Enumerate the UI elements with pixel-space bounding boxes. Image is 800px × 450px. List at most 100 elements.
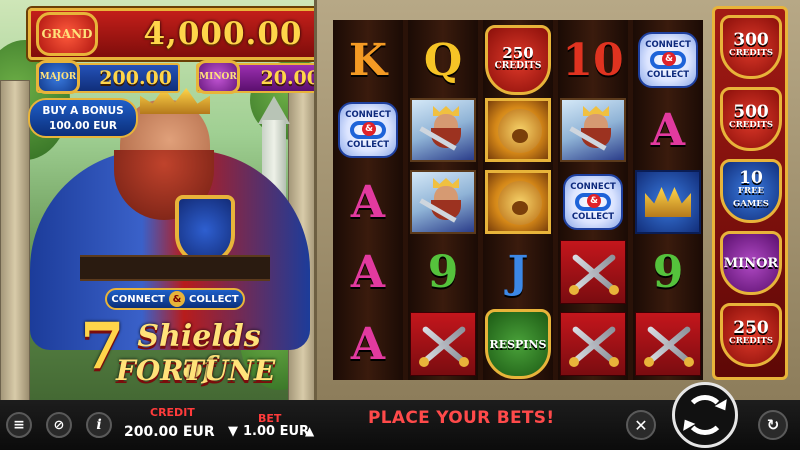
symbol-crossed-swords-icon — [560, 312, 626, 376]
side-shield-line1: 250 — [733, 318, 769, 338]
side-shield-line2: FREE GAMES — [733, 185, 769, 209]
buy-bonus-label: BUY A BONUS — [42, 105, 124, 117]
cc-ring-icon — [575, 193, 611, 211]
reel-cell — [408, 96, 478, 164]
symbol-a: A — [350, 246, 386, 298]
jackpot-minor-value: 20.00 — [260, 67, 321, 89]
buy-bonus-button[interactable]: BUY A BONUS 100.00 EUR — [28, 98, 138, 138]
spin-button[interactable] — [672, 382, 738, 448]
symbol-connect-collect: CONNECT COLLECT — [338, 102, 398, 158]
reel-cell: A — [333, 168, 403, 236]
symbol-lion-icon — [485, 98, 551, 162]
stone-pillar-left — [0, 80, 30, 410]
logo-amp-icon: & — [169, 291, 185, 307]
symbol-j: J — [507, 246, 529, 298]
reel-cell: 10 — [558, 26, 628, 94]
side-reel-shield: 250 CREDITS — [720, 303, 782, 367]
reel-cell: 9 — [633, 238, 703, 306]
credit-value: 200.00 EUR — [124, 424, 215, 440]
cc-line1: CONNECT — [570, 182, 616, 192]
jackpot-major-badge: MAJOR — [36, 60, 80, 94]
symbol-k: K — [348, 34, 388, 86]
status-message: PLACE YOUR BETS! — [368, 408, 555, 428]
symbol-a: A — [350, 176, 386, 228]
shield-line1: 250 — [502, 44, 534, 62]
quick-spin-icon[interactable]: ✕ — [626, 410, 656, 440]
jackpot-major-value: 200.00 — [99, 67, 172, 89]
logo-collect-text: COLLECT — [189, 293, 239, 305]
reel-cell — [558, 310, 628, 378]
autoplay-icon[interactable]: ↻ — [758, 410, 788, 440]
cc-line2: COLLECT — [346, 140, 390, 150]
reel-cell: CONNECT COLLECT — [333, 96, 403, 164]
game-title-logo: 7 Shields of FORTUNE — [80, 315, 280, 395]
credit-label: CREDIT — [150, 406, 195, 419]
jackpot-minor-badge: MINOR — [196, 60, 240, 94]
side-reel-shield: 300 CREDITS — [720, 15, 782, 79]
reel-cell: Q — [408, 26, 478, 94]
side-shield-line1: 10 — [739, 167, 763, 188]
reel-cell: 9 — [408, 238, 478, 306]
bet-increase-button[interactable]: ▲ — [305, 424, 314, 438]
reel-cell — [483, 96, 553, 164]
side-shield-line1: MINOR — [723, 255, 779, 271]
side-shield-line2: CREDITS — [728, 120, 774, 130]
connect-collect-logo: CONNECT & COLLECT — [105, 288, 245, 310]
reel-cell: RESPINS — [483, 309, 553, 379]
bet-decrease-button[interactable]: ▼ — [228, 424, 238, 439]
reel-cell: K — [333, 26, 403, 94]
reel-cell — [633, 310, 703, 378]
cc-line2: COLLECT — [646, 70, 690, 80]
cc-line1: CONNECT — [645, 40, 691, 50]
symbol-connect-collect: CONNECT COLLECT — [638, 32, 698, 88]
cc-ring-icon — [650, 51, 686, 69]
side-reel-shield: 10 FREE GAMES — [720, 159, 782, 223]
symbol-crossed-swords-icon — [410, 312, 476, 376]
reel-cell — [633, 168, 703, 236]
shield-line2: CREDITS — [494, 61, 542, 71]
symbol-king-icon — [560, 98, 626, 162]
menu-icon[interactable]: ≡ — [6, 412, 32, 438]
side-shield-line2: CREDITS — [728, 48, 774, 58]
jackpot-grand-badge: GRAND — [36, 12, 98, 56]
symbol-10: 10 — [562, 34, 624, 86]
symbol-crossed-swords-icon — [635, 312, 701, 376]
reel-cell — [483, 168, 553, 236]
symbol-a: A — [650, 104, 686, 156]
reel-cell — [558, 96, 628, 164]
side-shield-line1: 300 — [733, 30, 769, 50]
side-reel-shield: MINOR — [720, 231, 782, 295]
cc-ring-icon — [350, 121, 386, 139]
reel-cell: CONNECT COLLECT — [558, 168, 628, 236]
shield-line1: RESPINS — [489, 337, 547, 351]
symbol-connect-collect: CONNECT COLLECT — [563, 174, 623, 230]
side-reel-shield: 500 CREDITS — [720, 87, 782, 151]
bet-value: 1.00 EUR — [243, 424, 310, 439]
side-shield-line2: CREDITS — [728, 336, 774, 346]
side-shield-line1: 500 — [733, 102, 769, 122]
buy-bonus-price: 100.00 EUR — [49, 120, 117, 132]
sound-off-icon[interactable]: ⊘ — [46, 412, 72, 438]
reel-cell — [408, 310, 478, 378]
cc-line1: CONNECT — [345, 110, 391, 120]
cc-line2: COLLECT — [571, 212, 615, 222]
symbol-crossed-swords-icon — [560, 240, 626, 304]
spin-arrows-icon — [685, 395, 725, 435]
reel-cell: 250 CREDITS — [483, 25, 553, 95]
info-icon[interactable]: i — [86, 412, 112, 438]
reel-cell: A — [633, 96, 703, 164]
symbol-lion-icon — [485, 170, 551, 234]
game-stage: 4,000.00 GRAND 200.00 MAJOR 20.00 MINOR … — [0, 0, 800, 450]
symbol-9: 9 — [652, 246, 684, 298]
symbol-king-icon — [410, 170, 476, 234]
symbol-bonus-shield: 250 CREDITS — [485, 25, 551, 95]
symbol-q: Q — [423, 34, 463, 86]
reel-grid: KCONNECTCOLLECTAAAQ9250CREDITSJRESPINS10… — [333, 20, 703, 380]
jackpot-grand-value: 4,000.00 — [143, 16, 303, 52]
symbol-9: 9 — [427, 246, 459, 298]
reel-cell — [558, 238, 628, 306]
side-bonus-reel: 300 CREDITS 500 CREDITS 10 FREE GAMES MINOR 250… — [712, 6, 788, 380]
reel-cell: A — [333, 310, 403, 378]
symbol-bonus-shield: RESPINS — [485, 309, 551, 379]
title-line-2: FORTUNE — [116, 354, 276, 387]
